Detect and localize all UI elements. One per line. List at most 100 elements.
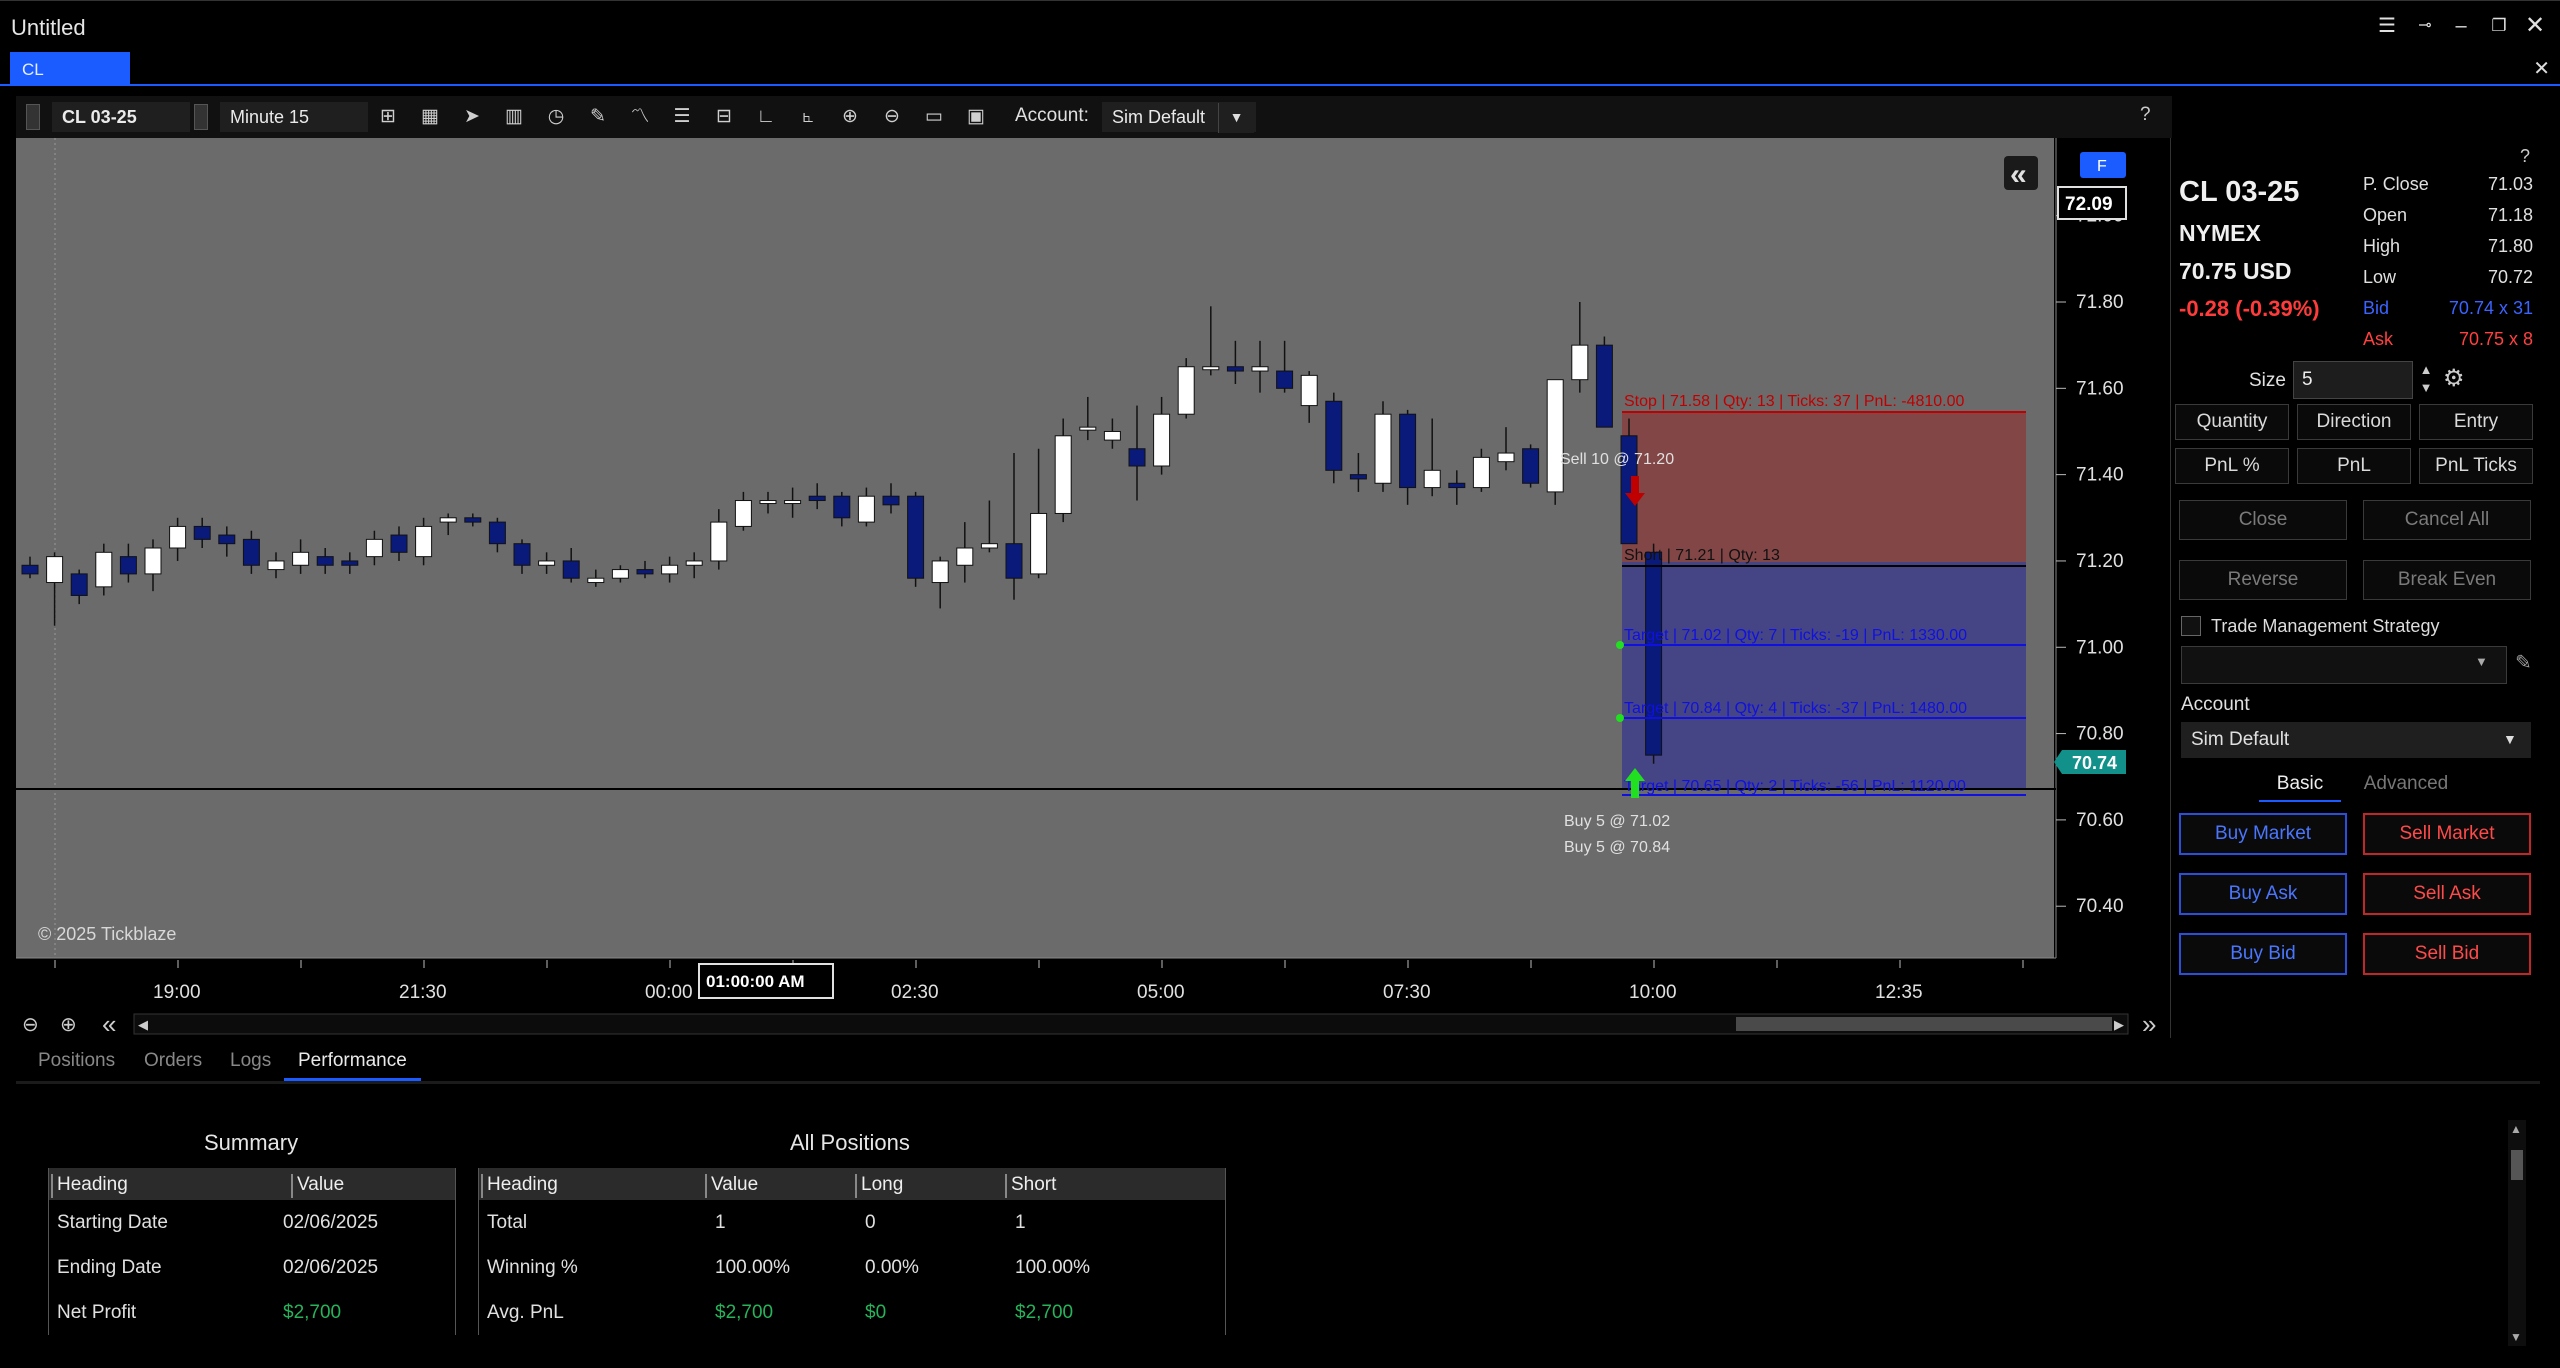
price-axis[interactable] — [2056, 138, 2172, 958]
buy-market-button[interactable]: Buy Market — [2179, 813, 2347, 855]
cancel-all-button[interactable]: Cancel All — [2363, 500, 2531, 540]
zoom-out-icon[interactable]: ⊖ — [22, 1014, 39, 1036]
pnl-percent-button[interactable]: PnL % — [2175, 448, 2289, 484]
edit-icon[interactable]: ✎ — [2515, 650, 2532, 675]
scroll-down-icon[interactable]: ▼ — [2510, 1330, 2522, 1344]
save-icon[interactable]: ▣ — [962, 104, 990, 130]
help-icon[interactable]: ? — [2140, 104, 2151, 126]
interval-link-icon[interactable] — [194, 104, 208, 130]
table-cell: 100.00% — [715, 1257, 791, 1278]
price-tick-label: 71.60 — [2076, 378, 2124, 399]
account-label: Account — [2181, 694, 2250, 715]
stop-label[interactable]: Stop | 71.58 | Qty: 13 | Ticks: 37 | PnL… — [1624, 393, 1964, 410]
pin-icon[interactable]: ⊸ — [2412, 13, 2438, 39]
sell-bid-button[interactable]: Sell Bid — [2363, 933, 2531, 975]
search-doc-icon[interactable]: ⊟ — [710, 104, 738, 130]
folder-icon[interactable]: ▭ — [920, 104, 948, 130]
symbol-link-icon[interactable] — [26, 104, 40, 130]
vertical-scroll-thumb[interactable] — [2511, 1150, 2523, 1180]
target-zone — [1622, 562, 2026, 790]
stat-row: P. Close 71.03 — [2363, 174, 2533, 204]
tab-advanced[interactable]: Advanced — [2351, 770, 2461, 798]
candles-icon[interactable]: ▥ — [500, 104, 528, 130]
horizontal-scroll-thumb[interactable] — [1736, 1017, 2112, 1031]
chart-canvas[interactable]: 72.0071.8071.6071.4071.2071.0070.8070.60… — [16, 138, 2172, 1038]
target3-label[interactable]: Target | 70.65 | Qty: 2 | Ticks: -56 | P… — [1624, 778, 1966, 795]
buy-ask-button[interactable]: Buy Ask — [2179, 873, 2347, 915]
column-header[interactable]: Heading — [51, 1174, 128, 1198]
time-axis[interactable] — [16, 960, 2076, 1006]
column-header[interactable]: Value — [291, 1174, 344, 1198]
chevron-down-icon[interactable]: ▼ — [2475, 654, 2488, 669]
zoom-out-icon[interactable]: ⊖ — [878, 104, 906, 130]
sell-market-button[interactable]: Sell Market — [2363, 813, 2531, 855]
indicators-icon[interactable]: ▦ — [416, 104, 444, 130]
pnl-button[interactable]: PnL — [2297, 448, 2411, 484]
menu-icon[interactable]: ☰ — [2374, 13, 2400, 39]
stat-label: Open — [2363, 205, 2408, 225]
close-window-icon[interactable]: ✕ — [2522, 13, 2548, 39]
position-label[interactable]: Short | 71.21 | Qty: 13 — [1624, 547, 1780, 564]
scroll-left-icon[interactable]: ◀ — [138, 1017, 148, 1032]
break-even-button[interactable]: Break Even — [2363, 560, 2531, 600]
axis-icon[interactable]: ∟ — [752, 104, 780, 130]
tab-performance[interactable]: Performance — [284, 1050, 421, 1081]
price-chart[interactable]: 72.0071.8071.6071.4071.2071.0070.8070.60… — [16, 138, 2172, 1038]
scroll-up-icon[interactable]: ▲ — [2510, 1122, 2522, 1136]
zoom-in-icon[interactable]: ⊕ — [60, 1014, 77, 1036]
clock-icon[interactable]: ◷ — [542, 104, 570, 130]
size-input[interactable]: 5 — [2293, 361, 2413, 399]
candle-body — [267, 560, 285, 571]
zoom-in-icon[interactable]: ⊕ — [836, 104, 864, 130]
column-header[interactable]: Short — [1005, 1174, 1056, 1198]
symbol-field[interactable]: CL 03-25 — [52, 102, 190, 132]
gear-icon[interactable]: ⚙ — [2443, 364, 2465, 393]
size-label: Size — [2249, 370, 2286, 391]
chevron-down-icon[interactable]: ▼ — [2503, 731, 2517, 747]
chevron-down-icon[interactable]: ▼ — [1218, 103, 1254, 133]
trendline-icon[interactable]: 〽 — [626, 104, 654, 130]
minimize-icon[interactable]: ‒ — [2448, 13, 2474, 39]
column-header[interactable]: Value — [705, 1174, 758, 1198]
target1-label[interactable]: Target | 71.02 | Qty: 7 | Ticks: -19 | P… — [1624, 627, 1967, 644]
sell-ask-button[interactable]: Sell Ask — [2363, 873, 2531, 915]
f-badge-label[interactable]: F — [2097, 158, 2107, 175]
all-positions-header: Heading Value Long Short — [479, 1168, 1225, 1200]
instrument-exchange: NYMEX — [2179, 220, 2261, 246]
tab-cl[interactable]: CL — [10, 52, 130, 84]
pnl-ticks-button[interactable]: PnL Ticks — [2419, 448, 2533, 484]
collapse-icon[interactable]: « — [2010, 158, 2027, 191]
tms-select[interactable] — [2181, 646, 2507, 684]
tab-orders[interactable]: Orders — [144, 1050, 202, 1072]
axis-scale-icon[interactable]: ⦜ — [794, 104, 822, 130]
help-icon[interactable]: ? — [2520, 146, 2530, 167]
candle-body — [218, 534, 236, 545]
direction-button[interactable]: Direction — [2297, 404, 2411, 440]
vertical-scrollbar[interactable]: ▲ ▼ — [2508, 1120, 2526, 1346]
list-icon[interactable]: ☰ — [668, 104, 696, 130]
target2-label[interactable]: Target | 70.84 | Qty: 4 | Ticks: -37 | P… — [1624, 700, 1967, 717]
scroll-right-icon[interactable]: ▶ — [2114, 1017, 2124, 1032]
size-stepper[interactable]: ▲ ▼ — [2413, 361, 2439, 399]
reverse-button[interactable]: Reverse — [2179, 560, 2347, 600]
close-tab-icon[interactable]: ✕ — [2533, 56, 2550, 81]
close-position-button[interactable]: Close — [2179, 500, 2347, 540]
restore-icon[interactable]: ❐ — [2486, 13, 2512, 39]
quantity-button[interactable]: Quantity — [2175, 404, 2289, 440]
entry-button[interactable]: Entry — [2419, 404, 2533, 440]
account-select[interactable]: Sim Default — [2181, 722, 2531, 758]
column-header[interactable]: Heading — [481, 1174, 558, 1198]
pencil-icon[interactable]: ✎ — [584, 104, 612, 130]
layout-icon[interactable]: ⊞ — [374, 104, 402, 130]
scroll-start-icon[interactable]: « — [102, 1009, 116, 1038]
tms-checkbox[interactable] — [2181, 616, 2201, 636]
tab-logs[interactable]: Logs — [230, 1050, 271, 1072]
tab-positions[interactable]: Positions — [38, 1050, 115, 1072]
interval-field[interactable]: Minute 15 — [220, 102, 368, 132]
cursor-icon[interactable]: ➤ — [458, 104, 486, 130]
scroll-end-icon[interactable]: » — [2142, 1009, 2156, 1038]
candle-body — [1079, 426, 1097, 431]
buy-bid-button[interactable]: Buy Bid — [2179, 933, 2347, 975]
column-header[interactable]: Long — [855, 1174, 903, 1198]
tab-basic[interactable]: Basic — [2259, 770, 2341, 802]
